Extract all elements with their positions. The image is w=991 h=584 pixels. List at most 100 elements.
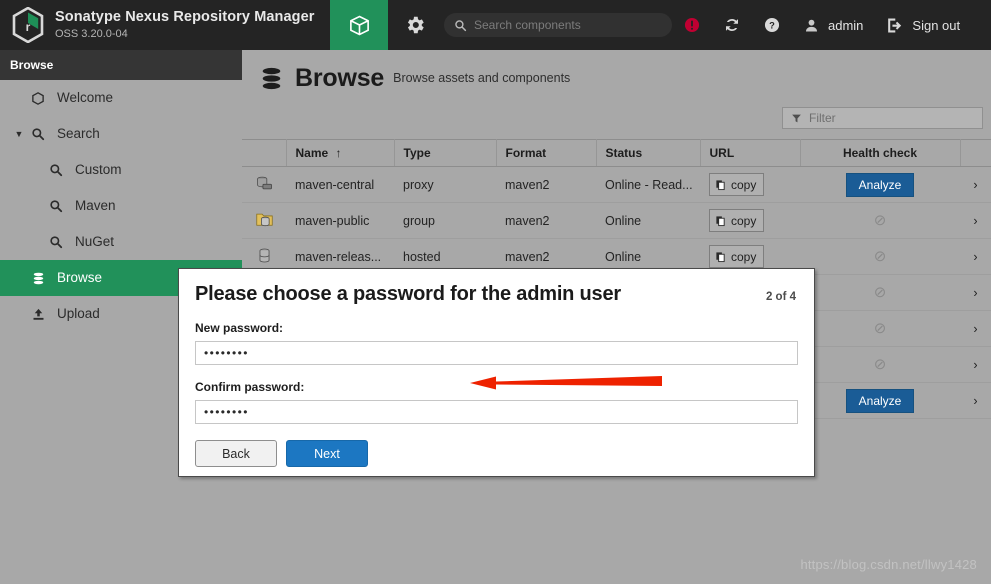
- expand-row-chevron[interactable]: ›: [960, 239, 991, 275]
- cell-status: Online: [605, 213, 642, 228]
- sidebar-label: Maven: [75, 198, 116, 214]
- funnel-icon: [792, 114, 801, 122]
- back-button[interactable]: Back: [195, 440, 277, 467]
- sidebar-item-search[interactable]: ▼ Search: [0, 116, 242, 152]
- table-row[interactable]: maven-central proxy maven2 Online - Read…: [242, 167, 991, 203]
- copy-label: copy: [731, 249, 757, 264]
- filter-input[interactable]: Filter: [782, 107, 983, 129]
- nexus-hex-logo-icon: r: [12, 6, 44, 44]
- analyze-button[interactable]: Analyze: [846, 172, 914, 197]
- search-input[interactable]: Search components: [444, 13, 672, 37]
- expand-row-chevron[interactable]: ›: [960, 311, 991, 347]
- cell-format: maven2: [505, 177, 550, 192]
- sidebar-item-welcome[interactable]: Welcome: [0, 80, 242, 116]
- repo-proxy-icon: [242, 167, 286, 203]
- cell-name: maven-central: [295, 177, 375, 192]
- help-circle-icon: ?: [764, 17, 780, 33]
- sidebar-item-nuget[interactable]: NuGet: [0, 224, 242, 260]
- hexagon-icon: [28, 91, 48, 106]
- refresh-button[interactable]: [712, 0, 752, 50]
- sign-out-label: Sign out: [912, 17, 961, 33]
- refresh-icon: [726, 18, 738, 32]
- table-row[interactable]: maven-public group maven2 Online copy ⊘ …: [242, 203, 991, 239]
- search-icon: [28, 127, 48, 141]
- cell-type: group: [403, 213, 435, 228]
- health-check-disabled-icon: ⊘: [873, 284, 887, 301]
- column-health-check[interactable]: Health check: [800, 139, 961, 167]
- chevron-down-icon[interactable]: ▼: [10, 129, 28, 139]
- column-type[interactable]: Type: [394, 139, 497, 167]
- brand[interactable]: r Sonatype Nexus Repository Manager OSS …: [0, 0, 330, 50]
- app-root: r Sonatype Nexus Repository Manager OSS …: [0, 0, 991, 584]
- cell-health-check: Analyze: [800, 383, 960, 419]
- expand-row-chevron[interactable]: ›: [960, 347, 991, 383]
- tab-browse-active[interactable]: [330, 0, 388, 57]
- health-check-disabled-icon: ⊘: [873, 248, 887, 265]
- health-check-disabled-icon: ⊘: [873, 356, 887, 373]
- sidebar-label: Custom: [75, 162, 122, 178]
- expand-row-chevron[interactable]: ›: [960, 167, 991, 203]
- alert-circle-icon: [684, 17, 700, 33]
- sidebar-label: NuGet: [75, 234, 115, 250]
- user-icon: [805, 19, 818, 32]
- cell-type: proxy: [403, 177, 434, 192]
- modal-title: Please choose a password for the admin u…: [195, 283, 621, 305]
- search-icon: [46, 163, 66, 177]
- page-title: Browse: [295, 64, 385, 92]
- expand-row-chevron[interactable]: ›: [960, 275, 991, 311]
- cell-health-check: ⊘: [800, 275, 960, 311]
- copy-url-button[interactable]: copy: [709, 173, 765, 196]
- user-menu[interactable]: admin: [792, 0, 874, 50]
- column-expand: [960, 139, 991, 167]
- column-url[interactable]: URL: [700, 139, 801, 167]
- search-icon: [455, 19, 467, 31]
- column-format[interactable]: Format: [496, 139, 597, 167]
- cell-health-check: ⊘: [800, 239, 960, 275]
- settings-button[interactable]: [388, 14, 442, 36]
- search-placeholder: Search components: [474, 18, 581, 32]
- sign-out-button[interactable]: Sign out: [874, 0, 971, 50]
- expand-row-chevron[interactable]: ›: [960, 383, 991, 419]
- copy-url-button[interactable]: copy: [709, 245, 765, 268]
- sidebar-label: Welcome: [57, 90, 114, 106]
- new-password-label: New password:: [195, 321, 284, 335]
- cell-health-check: ⊘: [800, 203, 960, 239]
- expand-row-chevron[interactable]: ›: [960, 203, 991, 239]
- cell-status: Online - Read...: [605, 177, 693, 192]
- copy-label: copy: [731, 177, 757, 192]
- sidebar-item-custom[interactable]: Custom: [0, 152, 242, 188]
- health-check-disabled-icon: ⊘: [873, 320, 887, 337]
- analyze-button[interactable]: Analyze: [846, 388, 914, 413]
- cell-health-check: Analyze: [800, 167, 960, 203]
- cell-format: maven2: [505, 213, 550, 228]
- sidebar-label: Browse: [57, 270, 103, 286]
- copy-icon: [716, 251, 725, 262]
- database-icon: [28, 271, 48, 286]
- page-subtitle: Browse assets and components: [393, 70, 571, 85]
- sidebar-item-maven[interactable]: Maven: [0, 188, 242, 224]
- next-button[interactable]: Next: [286, 440, 368, 467]
- cell-url: copy: [700, 167, 800, 203]
- alert-button[interactable]: [672, 0, 712, 50]
- sign-out-icon: [888, 18, 902, 32]
- cell-health-check: ⊘: [800, 347, 960, 383]
- help-button[interactable]: ?: [752, 0, 792, 50]
- upload-icon: [28, 307, 48, 322]
- confirm-password-field[interactable]: ••••••••: [195, 400, 798, 424]
- modal-actions: Back Next: [195, 440, 798, 467]
- watermark: https://blog.csdn.net/llwy1428: [800, 557, 977, 572]
- copy-url-button[interactable]: copy: [709, 209, 765, 232]
- confirm-password-label: Confirm password:: [195, 380, 305, 394]
- svg-text:?: ?: [769, 20, 775, 30]
- column-status[interactable]: Status: [596, 139, 701, 167]
- modal-step-indicator: 2 of 4: [765, 291, 796, 303]
- column-name[interactable]: Name ↑: [286, 139, 395, 167]
- brand-text: Sonatype Nexus Repository Manager OSS 3.…: [55, 10, 315, 40]
- filter-placeholder: Filter: [809, 111, 836, 125]
- search-icon: [46, 199, 66, 213]
- copy-icon: [716, 215, 725, 226]
- repo-group-icon: [242, 203, 286, 239]
- cell-name: maven-public: [295, 213, 370, 228]
- new-password-field[interactable]: ••••••••: [195, 341, 798, 365]
- database-icon: [258, 65, 285, 92]
